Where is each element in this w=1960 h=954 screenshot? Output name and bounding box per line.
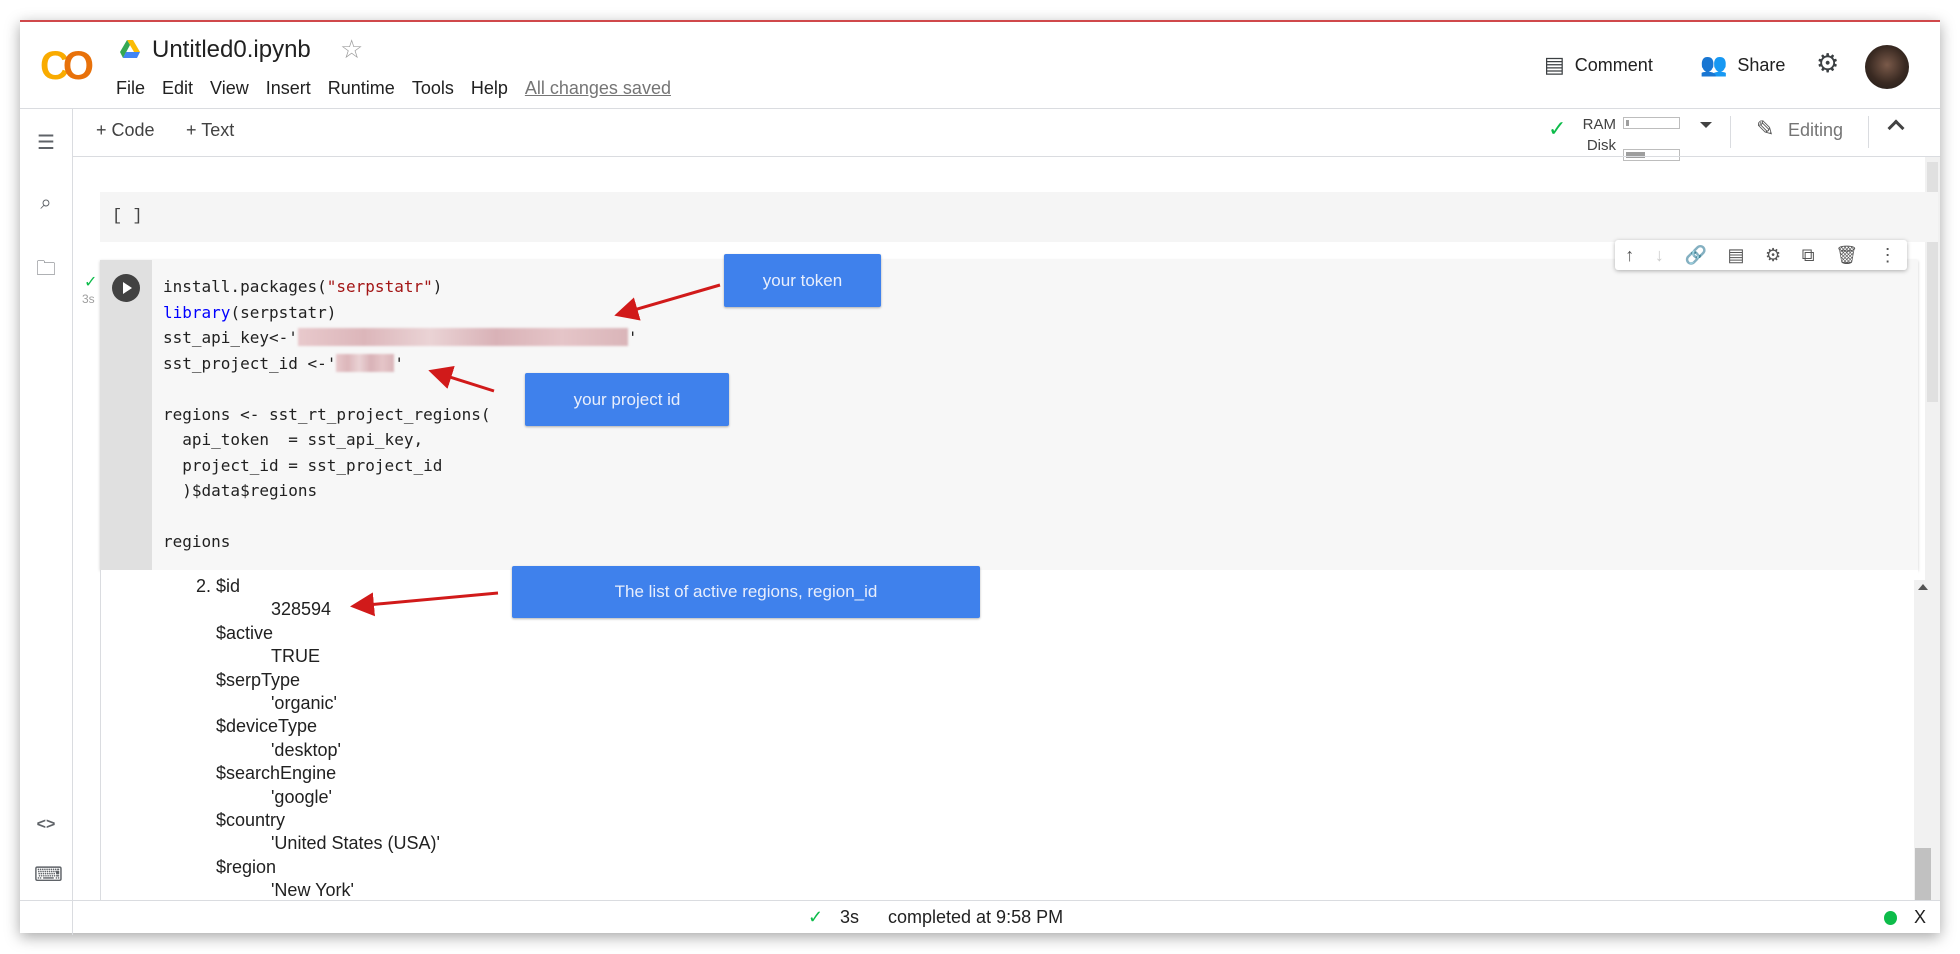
arrow-regions bbox=[350, 591, 499, 617]
arrow-project-id bbox=[428, 365, 495, 393]
colab-window: CO Untitled0.ipynb ☆ File Edit View Inse… bbox=[20, 20, 1940, 935]
close-status-button[interactable]: X bbox=[1914, 907, 1926, 928]
status-check-icon: ✓ bbox=[808, 907, 824, 927]
status-duration: 3s bbox=[840, 907, 860, 927]
arrow-token bbox=[614, 283, 721, 321]
status-bar: ✓ 3s completed at 9:58 PM X bbox=[20, 900, 1940, 935]
status-completed: completed at 9:58 PM bbox=[888, 907, 1064, 927]
connection-status-dot bbox=[1884, 911, 1897, 925]
annotation-arrows bbox=[350, 283, 721, 617]
